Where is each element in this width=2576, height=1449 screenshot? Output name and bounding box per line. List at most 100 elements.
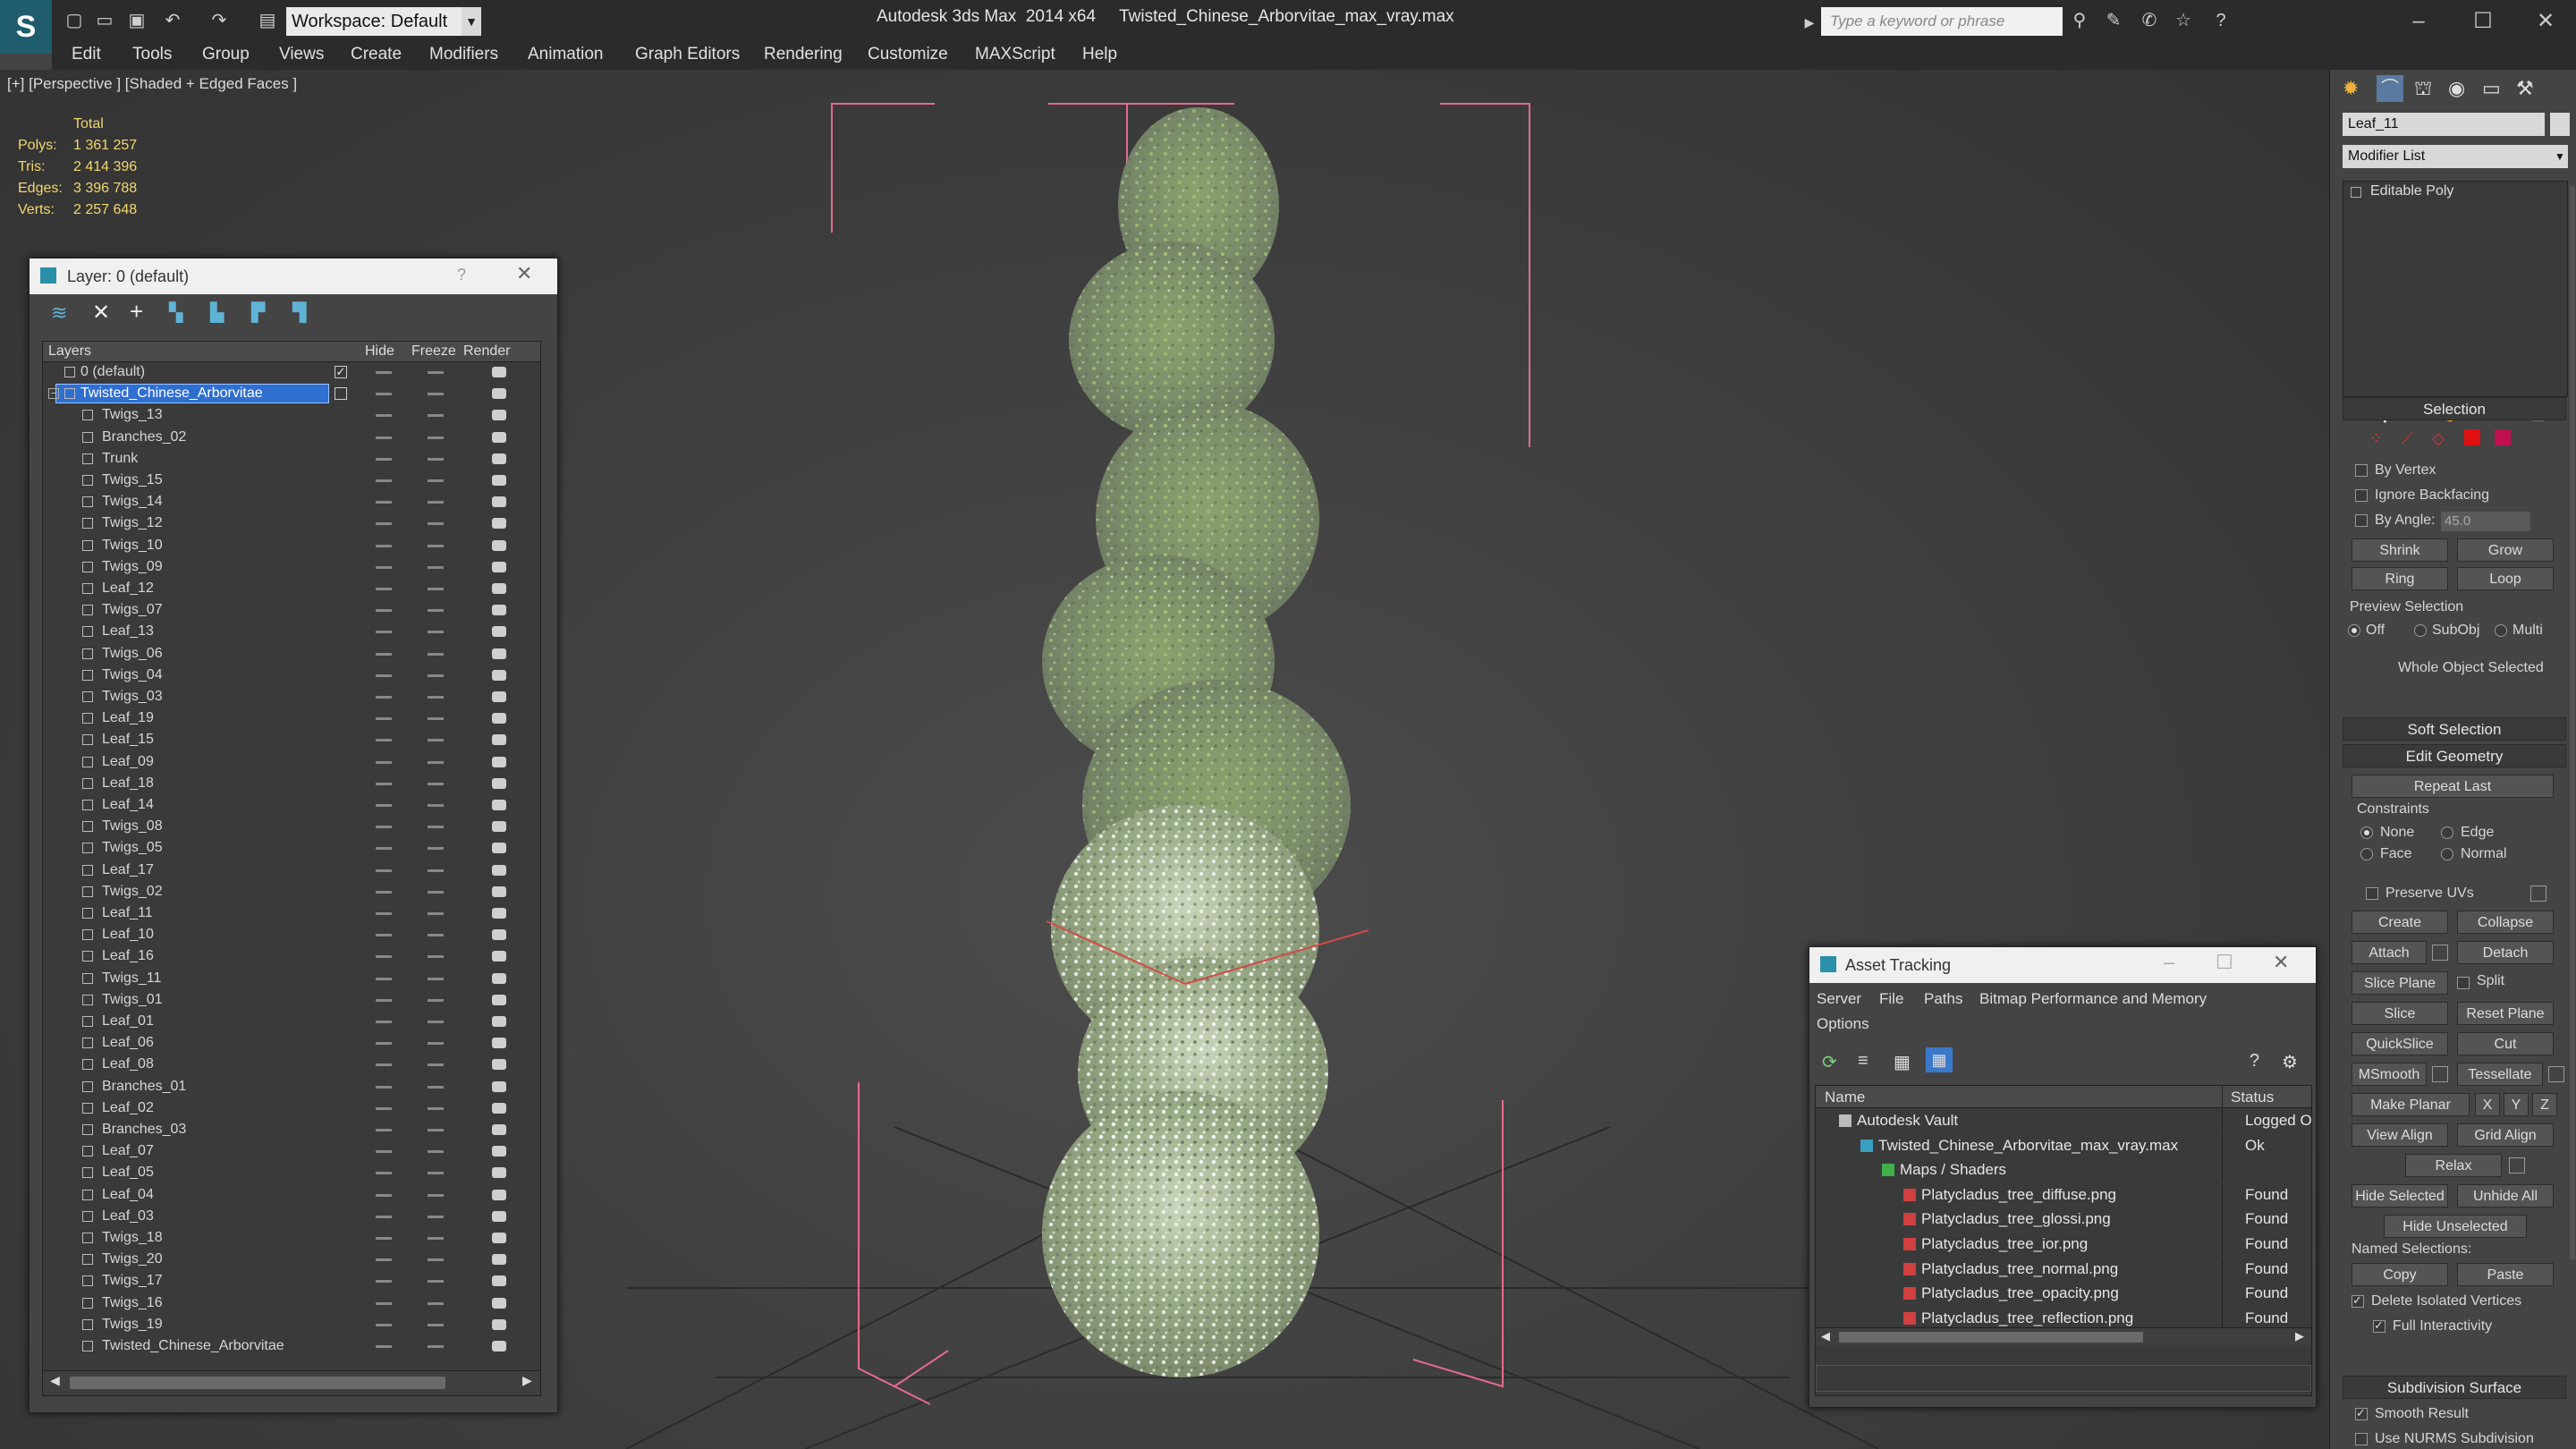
by-angle-checkbox[interactable] [2355, 514, 2368, 527]
msmooth-button[interactable]: MSmooth [2351, 1063, 2427, 1086]
menu-animation[interactable]: Animation [528, 45, 604, 64]
freeze-toggle[interactable] [428, 1323, 444, 1326]
teapot-render-icon[interactable] [492, 1146, 506, 1157]
freeze-toggle[interactable] [428, 393, 444, 396]
menu-create[interactable]: Create [351, 45, 402, 64]
freeze-toggle[interactable] [428, 934, 444, 937]
layer-row[interactable]: Leaf_07 [43, 1140, 540, 1162]
freeze-toggle[interactable] [428, 609, 444, 613]
teapot-render-icon[interactable] [492, 475, 506, 486]
border-mode-icon[interactable]: ◇ [2432, 429, 2445, 448]
teapot-render-icon[interactable] [492, 1102, 506, 1114]
asset-row[interactable]: Platycladus_tree_normal.png Found [1819, 1257, 2315, 1281]
display-tab-icon[interactable]: ▭ [2482, 77, 2501, 100]
scrollbar-thumb[interactable] [70, 1377, 445, 1389]
teapot-render-icon[interactable] [492, 821, 506, 833]
freeze-toggle[interactable] [428, 1042, 444, 1046]
asset-menu-file[interactable]: File [1879, 990, 1903, 1008]
reset-plane-button[interactable]: Reset Plane [2457, 1002, 2554, 1025]
hide-toggle[interactable] [376, 955, 392, 959]
teapot-render-icon[interactable] [492, 929, 506, 941]
teapot-render-icon[interactable] [492, 1038, 506, 1049]
msmooth-settings-icon[interactable] [2432, 1066, 2448, 1082]
attach-list-icon[interactable] [2432, 945, 2448, 961]
layer-row[interactable]: Branches_03 [43, 1119, 540, 1140]
repeat-last-button[interactable]: Repeat Last [2351, 775, 2554, 798]
freeze-toggle[interactable] [428, 1280, 444, 1284]
layer-row[interactable]: Leaf_04 [43, 1184, 540, 1206]
save-icon[interactable]: ▣ [125, 9, 148, 32]
object-color-swatch[interactable] [2550, 113, 2570, 136]
ignore-backfacing-checkbox[interactable] [2355, 489, 2368, 502]
constraint-edge-radio[interactable] [2441, 826, 2453, 839]
hide-toggle[interactable] [376, 869, 392, 872]
layer-row[interactable]: Leaf_16 [43, 945, 540, 967]
teapot-render-icon[interactable] [492, 1318, 506, 1330]
teapot-render-icon[interactable] [492, 994, 506, 1005]
undo-icon[interactable]: ↶ [161, 9, 184, 32]
create-button[interactable]: Create [2351, 911, 2448, 934]
chevron-down-icon[interactable]: ▼ [2552, 145, 2568, 168]
project-folder-icon[interactable]: ▤ [256, 9, 279, 32]
copy-button[interactable]: Copy [2351, 1263, 2448, 1286]
hide-toggle[interactable] [376, 1172, 392, 1175]
menu-customize[interactable]: Customize [868, 45, 948, 64]
freeze-toggle[interactable] [428, 955, 444, 959]
freeze-toggle[interactable] [428, 588, 444, 590]
teapot-render-icon[interactable] [492, 1297, 506, 1309]
asset-menu-options[interactable]: Options [1817, 1015, 1869, 1033]
layer-row[interactable]: Branches_02 [43, 427, 540, 448]
preview-multi-radio[interactable] [2495, 624, 2507, 637]
teapot-render-icon[interactable] [492, 561, 506, 572]
angle-spinner[interactable]: 45.0 [2441, 512, 2530, 531]
hide-toggle[interactable] [376, 739, 392, 742]
split-checkbox[interactable] [2457, 977, 2470, 989]
scroll-left-icon[interactable]: ◀ [1821, 1329, 1830, 1343]
horizontal-scrollbar[interactable]: ◀ ▶ [43, 1370, 540, 1394]
layer-row[interactable]: Twigs_07 [43, 599, 540, 621]
layer-row[interactable]: Leaf_14 [43, 794, 540, 816]
asset-path-field[interactable] [1816, 1365, 2311, 1392]
detach-button[interactable]: Detach [2457, 941, 2554, 964]
relax-settings-icon[interactable] [2509, 1157, 2525, 1174]
freeze-toggle[interactable] [428, 1150, 444, 1154]
layer-list[interactable]: Layers Hide Freeze Render 0 (default) ✓ − T… [42, 341, 541, 1396]
communication-icon[interactable]: ✆ [2138, 9, 2161, 32]
vertex-mode-icon[interactable]: ⁘ [2369, 429, 2383, 448]
menu-group[interactable]: Group [202, 45, 250, 64]
freeze-toggle[interactable] [428, 998, 444, 1002]
hide-toggle[interactable] [376, 393, 392, 396]
workspace-dropdown[interactable]: Workspace: Default [286, 7, 462, 36]
teapot-render-icon[interactable] [492, 1189, 506, 1200]
teapot-render-icon[interactable] [492, 972, 506, 984]
arborvitae-tree-model[interactable] [948, 107, 1431, 1422]
freeze-toggle[interactable] [428, 674, 444, 677]
refresh-icon[interactable]: ⟳ [1822, 1051, 1837, 1073]
smooth-result-checkbox[interactable] [2355, 1406, 2368, 1420]
layer-row[interactable]: Leaf_11 [43, 902, 540, 924]
hide-toggle[interactable] [376, 1258, 392, 1262]
hide-toggle[interactable] [376, 1042, 392, 1046]
freeze-toggle[interactable] [428, 804, 444, 807]
layer-row[interactable]: Twigs_19 [43, 1314, 540, 1335]
hide-all-icon[interactable]: ▛ [251, 301, 265, 324]
binoculars-icon[interactable]: ⚲ [2068, 9, 2091, 32]
menu-rendering[interactable]: Rendering [764, 45, 843, 64]
subscription-icon[interactable]: ✎ [2102, 9, 2125, 32]
freeze-toggle[interactable] [428, 652, 444, 656]
layer-row[interactable]: Leaf_01 [43, 1011, 540, 1032]
teapot-render-icon[interactable] [492, 539, 506, 551]
hierarchy-tab-icon[interactable]: ⛫ [2414, 77, 2432, 103]
hide-toggle[interactable] [376, 847, 392, 851]
freeze-toggle[interactable] [428, 1063, 444, 1067]
hide-toggle[interactable] [376, 501, 392, 504]
freeze-toggle[interactable] [428, 760, 444, 764]
teapot-render-icon[interactable] [492, 1210, 506, 1222]
freeze-toggle[interactable] [428, 1172, 444, 1175]
delete-layer-icon[interactable]: ✕ [92, 300, 110, 326]
layer-row[interactable]: Trunk [43, 448, 540, 470]
teapot-render-icon[interactable] [492, 626, 506, 638]
freeze-toggle[interactable] [428, 544, 444, 547]
unhide-all-button[interactable]: Unhide All [2457, 1184, 2554, 1208]
hide-toggle[interactable] [376, 1323, 392, 1326]
